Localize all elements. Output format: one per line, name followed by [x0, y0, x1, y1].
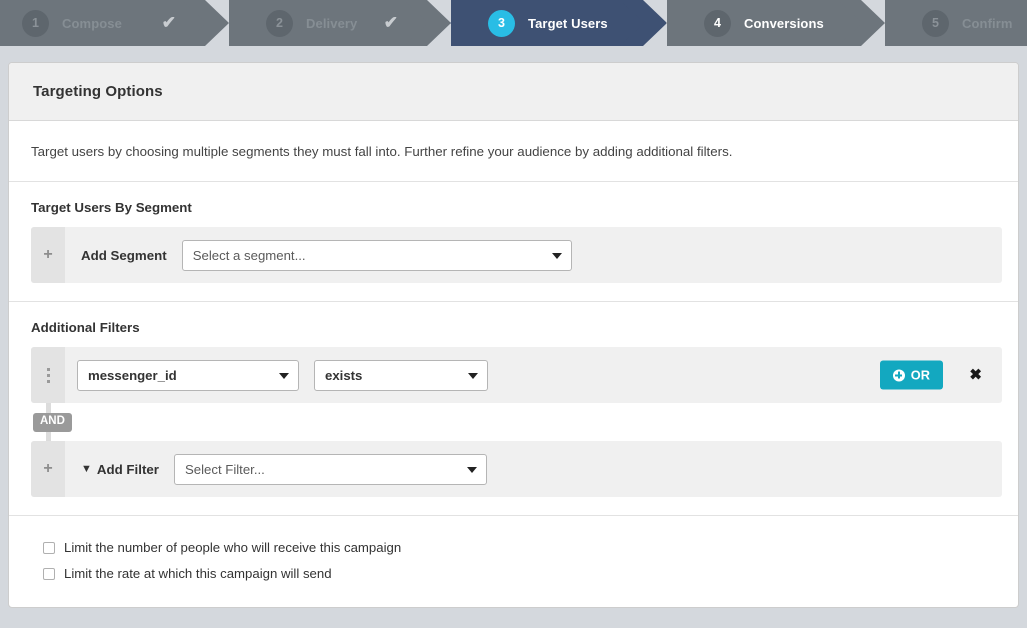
- wizard-step-compose[interactable]: 1 Compose ✔: [0, 0, 229, 46]
- card-description: Target users by choosing multiple segmen…: [31, 144, 733, 159]
- add-segment-row: + Add Segment Select a segment...: [31, 227, 1002, 284]
- step-chevron-notch: [427, 0, 451, 46]
- filter-drag-handle[interactable]: [31, 347, 65, 404]
- step-number-badge: 4: [704, 9, 731, 37]
- filters-section: Additional Filters messenger_id exists O…: [9, 302, 1018, 517]
- step-label: Target Users: [528, 15, 608, 31]
- step-label: Confirm: [962, 15, 1013, 31]
- card-description-row: Target users by choosing multiple segmen…: [9, 121, 1018, 183]
- wizard-step-target-users[interactable]: 3 Target Users: [450, 0, 667, 46]
- add-filter-label-group: ▼ Add Filter: [81, 462, 159, 477]
- checkbox-icon[interactable]: [43, 567, 55, 580]
- chevron-down-icon: [466, 467, 477, 474]
- add-filter-select-value: Select Filter...: [184, 461, 265, 477]
- step-label: Delivery: [306, 15, 358, 31]
- filter-row: messenger_id exists OR ✖: [31, 347, 1002, 404]
- add-filter-select[interactable]: Select Filter...: [173, 453, 487, 485]
- limit-rate-checkbox-row[interactable]: Limit the rate at which this campaign wi…: [43, 566, 996, 581]
- step-label: Conversions: [744, 15, 824, 31]
- add-filter-label: Add Filter: [96, 461, 159, 477]
- step-number-badge: 1: [22, 9, 49, 37]
- checkbox-icon[interactable]: [43, 541, 55, 554]
- or-button-label: OR: [910, 367, 930, 383]
- card-header: Targeting Options: [9, 63, 1018, 121]
- filter-operator-value: exists: [325, 367, 363, 383]
- step-chevron-fill: [838, 0, 862, 46]
- plus-icon: +: [43, 246, 53, 264]
- segment-select[interactable]: Select a segment...: [181, 239, 572, 271]
- limits-section: Limit the number of people who will rece…: [9, 516, 1018, 607]
- filters-section-heading: Additional Filters: [31, 320, 140, 336]
- plus-circle-icon: [892, 369, 905, 382]
- add-filter-row: + ▼ Add Filter Select Filter...: [31, 441, 1002, 498]
- filter-operator-select[interactable]: exists: [314, 359, 488, 391]
- remove-filter-icon[interactable]: ✖: [969, 368, 982, 383]
- step-chevron-notch: [205, 0, 229, 46]
- chevron-down-icon: [468, 373, 478, 380]
- plus-icon: +: [43, 460, 53, 478]
- wizard-step-confirm[interactable]: 5 Confirm: [884, 0, 1027, 46]
- step-chevron-notch: [861, 0, 885, 46]
- limit-people-checkbox-row[interactable]: Limit the number of people who will rece…: [43, 540, 996, 555]
- targeting-options-card: Targeting Options Target users by choosi…: [8, 62, 1019, 609]
- filter-field-value: messenger_id: [88, 367, 177, 383]
- wizard-step-delivery[interactable]: 2 Delivery ✔: [228, 0, 451, 46]
- page-title: Targeting Options: [33, 83, 163, 100]
- limit-rate-label: Limit the rate at which this campaign wi…: [64, 566, 332, 582]
- step-chevron-notch: [643, 0, 667, 46]
- chevron-down-icon: [551, 253, 562, 260]
- segment-select-value: Select a segment...: [192, 247, 306, 263]
- segment-section-heading: Target Users By Segment: [31, 200, 192, 216]
- segment-section: Target Users By Segment + Add Segment Se…: [9, 182, 1018, 303]
- step-number-badge: 5: [922, 9, 949, 37]
- filter-connector: AND: [31, 403, 1002, 442]
- and-operator-chip[interactable]: AND: [33, 413, 72, 433]
- add-filter-plus-button[interactable]: +: [31, 441, 65, 498]
- filter-field-select[interactable]: messenger_id: [77, 359, 299, 391]
- step-number-badge: 2: [266, 9, 293, 37]
- step-chevron-fill: [182, 0, 206, 46]
- step-chevron-fill: [620, 0, 644, 46]
- drag-handle-icon: [46, 367, 50, 383]
- add-segment-plus-button[interactable]: +: [31, 227, 65, 284]
- add-segment-label: Add Segment: [81, 247, 167, 263]
- wizard-steps: 1 Compose ✔ 2 Delivery ✔ 3 Target Users …: [0, 0, 1027, 46]
- chevron-down-icon: [279, 373, 289, 380]
- step-number-badge: 3: [488, 9, 515, 37]
- limit-people-label: Limit the number of people who will rece…: [64, 540, 402, 556]
- wizard-step-conversions[interactable]: 4 Conversions: [666, 0, 885, 46]
- step-label: Compose: [62, 15, 122, 31]
- check-icon: ✔: [383, 13, 398, 32]
- check-icon: ✔: [161, 13, 176, 32]
- step-chevron-fill: [404, 0, 428, 46]
- add-or-condition-button[interactable]: OR: [879, 360, 943, 390]
- filter-funnel-icon: ▼: [81, 463, 92, 476]
